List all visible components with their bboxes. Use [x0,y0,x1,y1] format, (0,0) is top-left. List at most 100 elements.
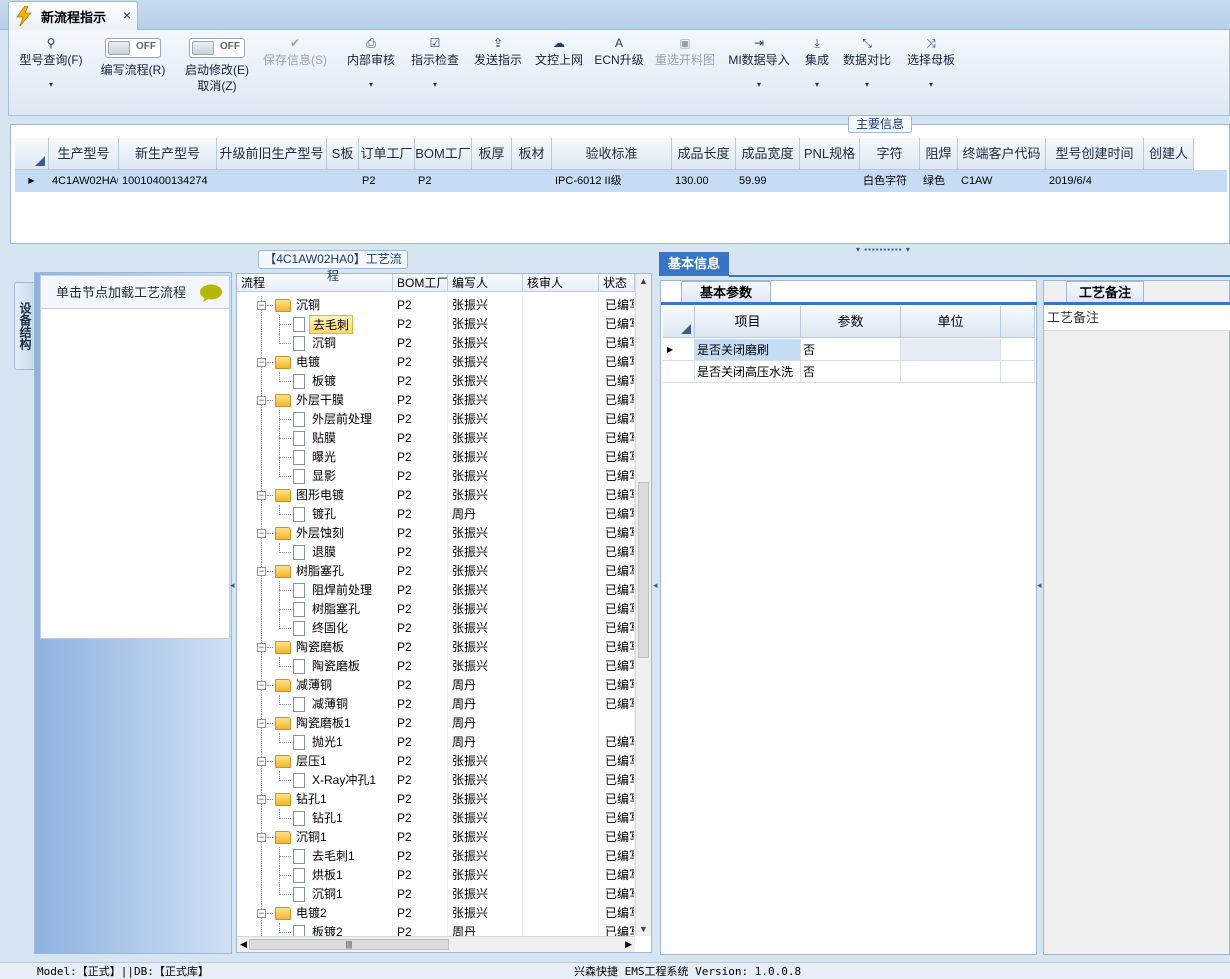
tree-node[interactable]: 沉铜 P2张振兴 已编写 [237,334,635,353]
param-unit[interactable] [901,361,1001,383]
table-row[interactable]: 是否关闭高压水洗否 [663,361,1035,383]
close-tab-icon[interactable]: × [123,7,131,23]
table-cell[interactable] [472,170,512,192]
toolbar-button-2[interactable]: OFF 启动修改(E) 取消(Z) [177,30,257,98]
scroll-left-icon[interactable]: ◀ [240,939,247,950]
off-toggle[interactable]: OFF [105,38,161,58]
collapse-toggle-icon[interactable]: − [257,491,266,500]
collapse-toggle-icon[interactable]: − [257,358,266,367]
tree-node[interactable]: − 沉铜1 P2张振兴 已编写 [237,828,635,847]
column-header[interactable]: 生产型号 [49,138,119,170]
column-header[interactable]: 核审人 [523,274,599,292]
table-cell[interactable]: IPC-6012 II级 [552,170,672,192]
collapse-toggle-icon[interactable]: − [257,795,266,804]
table-cell[interactable] [800,170,860,192]
tree-node[interactable]: − 层压1 P2张振兴 已编写 [237,752,635,771]
tab-process-notes[interactable]: 工艺备注 [1066,281,1144,302]
table-cell[interactable]: 59.99 [736,170,800,192]
vertical-scrollbar[interactable]: ▲ ▼ [635,274,651,936]
column-header[interactable]: 验收标准 [552,138,672,170]
tree-node[interactable]: 镀孔 P2周丹 已编写 [237,505,635,524]
tab-equipment-structure[interactable]: 设备结构 [14,282,36,370]
param-value[interactable]: 否 [801,361,901,383]
scroll-up-icon[interactable]: ▲ [639,276,648,286]
table-cell[interactable]: 10010400134274 [119,170,217,192]
splitter-grip-icon[interactable]: ◂ [653,580,658,591]
tree-node[interactable]: 终固化 P2张振兴 已编写 [237,619,635,638]
tree-node[interactable]: 烘板1 P2张振兴 已编写 [237,866,635,885]
splitter-grip-icon[interactable]: ◂ [1037,580,1042,591]
tab-basic-params[interactable]: 基本参数 [681,281,771,302]
column-header[interactable]: 终端客户代码 [958,138,1046,170]
column-header[interactable]: BOM工厂 [415,138,472,170]
toolbar-button-1[interactable]: OFF 编写流程(R) [93,30,173,98]
table-cell[interactable] [327,170,359,192]
column-header[interactable]: PNL规格 [800,138,860,170]
equipment-tree[interactable] [40,309,230,639]
chevron-down-icon[interactable]: ▾ [13,80,89,89]
splitter-grip-icon[interactable]: ◂ [230,580,235,591]
tree-node[interactable]: 外层前处理 P2张振兴 已编写 [237,410,635,429]
tree-node[interactable]: 陶瓷磨板 P2张振兴 已编写 [237,657,635,676]
scroll-right-icon[interactable]: ▶ [625,939,632,950]
column-header[interactable]: 阻焊 [920,138,958,170]
tree-node[interactable]: 退膜 P2张振兴 已编写 [237,543,635,562]
tree-node[interactable]: − 陶瓷磨板1 P2 周丹 [237,714,635,733]
toolbar-button-3[interactable]: ✔ 保存信息(S) [257,30,333,98]
table-cell[interactable]: 4C1AW02HA0 [49,170,119,192]
toolbar-button-10[interactable]: ⇥ MI数据导入 ▾ [723,30,795,98]
table-cell[interactable]: 2019/6/4 [1046,170,1144,192]
toolbar-button-7[interactable]: ☁ 文控上网 [531,30,587,98]
tree-node[interactable]: 抛光1 P2周丹 已编写 [237,733,635,752]
collapse-toggle-icon[interactable]: − [257,396,266,405]
tree-node[interactable]: 曝光 P2张振兴 已编写 [237,448,635,467]
collapse-toggle-icon[interactable]: − [257,757,266,766]
off-toggle[interactable]: OFF [189,38,245,58]
scroll-down-icon[interactable]: ▼ [639,924,648,934]
column-header[interactable]: 订单工厂 [359,138,415,170]
toolbar-button-5[interactable]: ☑ 指示检查 ▾ [405,30,465,98]
horizontal-splitter[interactable]: ▾ ▪▪▪▪▪▪▪▪▪▪ ▾ [10,244,1230,254]
tree-node[interactable]: − 电镀 P2张振兴 已编写 [237,353,635,372]
tree-node[interactable]: − 沉铜 P2张振兴 已编写 [237,296,635,315]
collapse-toggle-icon[interactable]: − [257,643,266,652]
collapse-toggle-icon[interactable]: − [257,681,266,690]
toolbar-button-6[interactable]: ⇪ 发送指示 [469,30,527,98]
table-cell[interactable]: P2 [415,170,472,192]
tree-node[interactable]: − 图形电镀 P2张振兴 已编写 [237,486,635,505]
tree-node[interactable]: 贴膜 P2张振兴 已编写 [237,429,635,448]
toolbar-button-12[interactable]: ⤡ 数据对比 ▾ [837,30,897,98]
tree-node[interactable]: − 陶瓷磨板 P2张振兴 已编写 [237,638,635,657]
toolbar-button-13[interactable]: ⤨ 选择母板 ▾ [901,30,961,98]
tree-node[interactable]: 沉铜1 P2张振兴 已编写 [237,885,635,904]
column-header[interactable]: 参数 [801,306,901,338]
param-value[interactable]: 否 [801,339,901,361]
tree-node[interactable]: 减薄铜 P2周丹 已编写 [237,695,635,714]
table-cell[interactable]: 白色字符 [860,170,920,192]
chevron-down-icon[interactable]: ▾ [837,80,897,89]
process-notes-field[interactable]: 工艺备注 [1044,305,1230,331]
horizontal-scrollbar[interactable]: ◀ ||| ▶ [237,936,635,952]
column-header[interactable]: 板厚 [472,138,512,170]
tree-node[interactable]: 去毛刺1 P2张振兴 已编写 [237,847,635,866]
column-header[interactable]: 新生产型号 [119,138,217,170]
tab-basic-info[interactable]: 基本信息 [659,252,729,276]
table-cell[interactable] [1144,170,1194,192]
table-cell[interactable]: P2 [359,170,415,192]
table-cell[interactable]: 绿色 [920,170,958,192]
scroll-thumb[interactable] [638,482,649,658]
chevron-down-icon[interactable]: ▾ [405,80,465,89]
table-cell[interactable]: C1AW [958,170,1046,192]
column-header[interactable]: 型号创建时间 [1046,138,1144,170]
toolbar-button-8[interactable]: A ECN升级 [591,30,647,98]
chevron-down-icon[interactable]: ▾ [901,80,961,89]
chevron-down-icon[interactable]: ▾ [723,80,795,89]
column-header[interactable]: 升级前旧生产型号 [217,138,327,170]
column-header[interactable]: 成品长度 [672,138,736,170]
table-cell[interactable]: 130.00 [672,170,736,192]
toolbar-button-4[interactable]: ⎙ 内部审核 ▾ [341,30,401,98]
column-header[interactable]: 编写人 [448,274,523,292]
toolbar-button-0[interactable]: ⚲ 型号查询(F) ▾ [13,30,89,98]
tree-node[interactable]: 树脂塞孔 P2张振兴 已编写 [237,600,635,619]
collapse-toggle-icon[interactable]: − [257,719,266,728]
